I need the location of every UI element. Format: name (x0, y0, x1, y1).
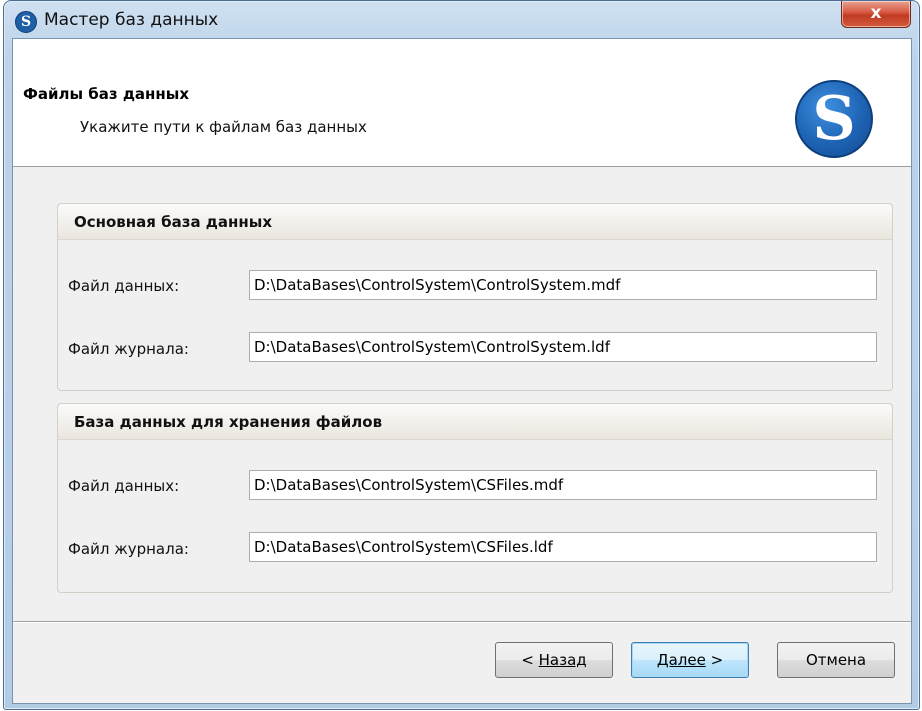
group-header: Основная база данных (58, 204, 892, 240)
files-data-file-input[interactable]: D:\DataBases\ControlSystem\CSFiles.mdf (249, 470, 877, 500)
data-file-label: Файл данных: (68, 477, 180, 495)
files-log-file-input[interactable]: D:\DataBases\ControlSystem\CSFiles.ldf (249, 532, 877, 562)
title-bar[interactable]: S Мастер баз данных x (4, 1, 919, 39)
group-title: Основная база данных (74, 213, 273, 231)
data-file-label: Файл данных: (68, 277, 180, 295)
wizard-window: S Мастер баз данных x Файлы баз данных У… (3, 0, 920, 710)
cancel-button[interactable]: Отмена (777, 642, 895, 678)
back-button-label: Назад (538, 651, 587, 669)
group-title: База данных для хранения файлов (74, 413, 383, 431)
app-logo-large-icon: S (795, 80, 873, 158)
main-log-file-input[interactable]: D:\DataBases\ControlSystem\ControlSystem… (249, 332, 877, 362)
files-database-group: База данных для хранения файлов Файл дан… (57, 403, 893, 593)
next-button-suffix: > (705, 651, 724, 669)
page-title: Файлы баз данных (23, 85, 190, 103)
close-button[interactable]: x (841, 1, 911, 28)
cancel-button-label: Отмена (805, 651, 867, 669)
main-data-file-input[interactable]: D:\DataBases\ControlSystem\ControlSystem… (249, 270, 877, 300)
window-title: Мастер баз данных (44, 10, 219, 30)
close-icon: x (870, 3, 882, 23)
wizard-client-area: Файлы баз данных Укажите пути к файлам б… (12, 38, 912, 704)
footer-divider (13, 621, 911, 622)
back-button[interactable]: < Назад (495, 642, 613, 678)
next-button-label: Далее (656, 651, 706, 669)
log-file-label: Файл журнала: (68, 540, 189, 558)
back-button-prefix: < (521, 651, 539, 669)
app-logo-icon: S (15, 11, 37, 33)
log-file-label: Файл журнала: (68, 340, 189, 358)
wizard-header: Файлы баз данных Укажите пути к файлам б… (13, 39, 911, 167)
page-subtitle: Укажите пути к файлам баз данных (80, 118, 367, 136)
group-header: База данных для хранения файлов (58, 404, 892, 440)
main-database-group: Основная база данных Файл данных: D:\Dat… (57, 203, 893, 391)
next-button[interactable]: Далее > (631, 642, 749, 678)
